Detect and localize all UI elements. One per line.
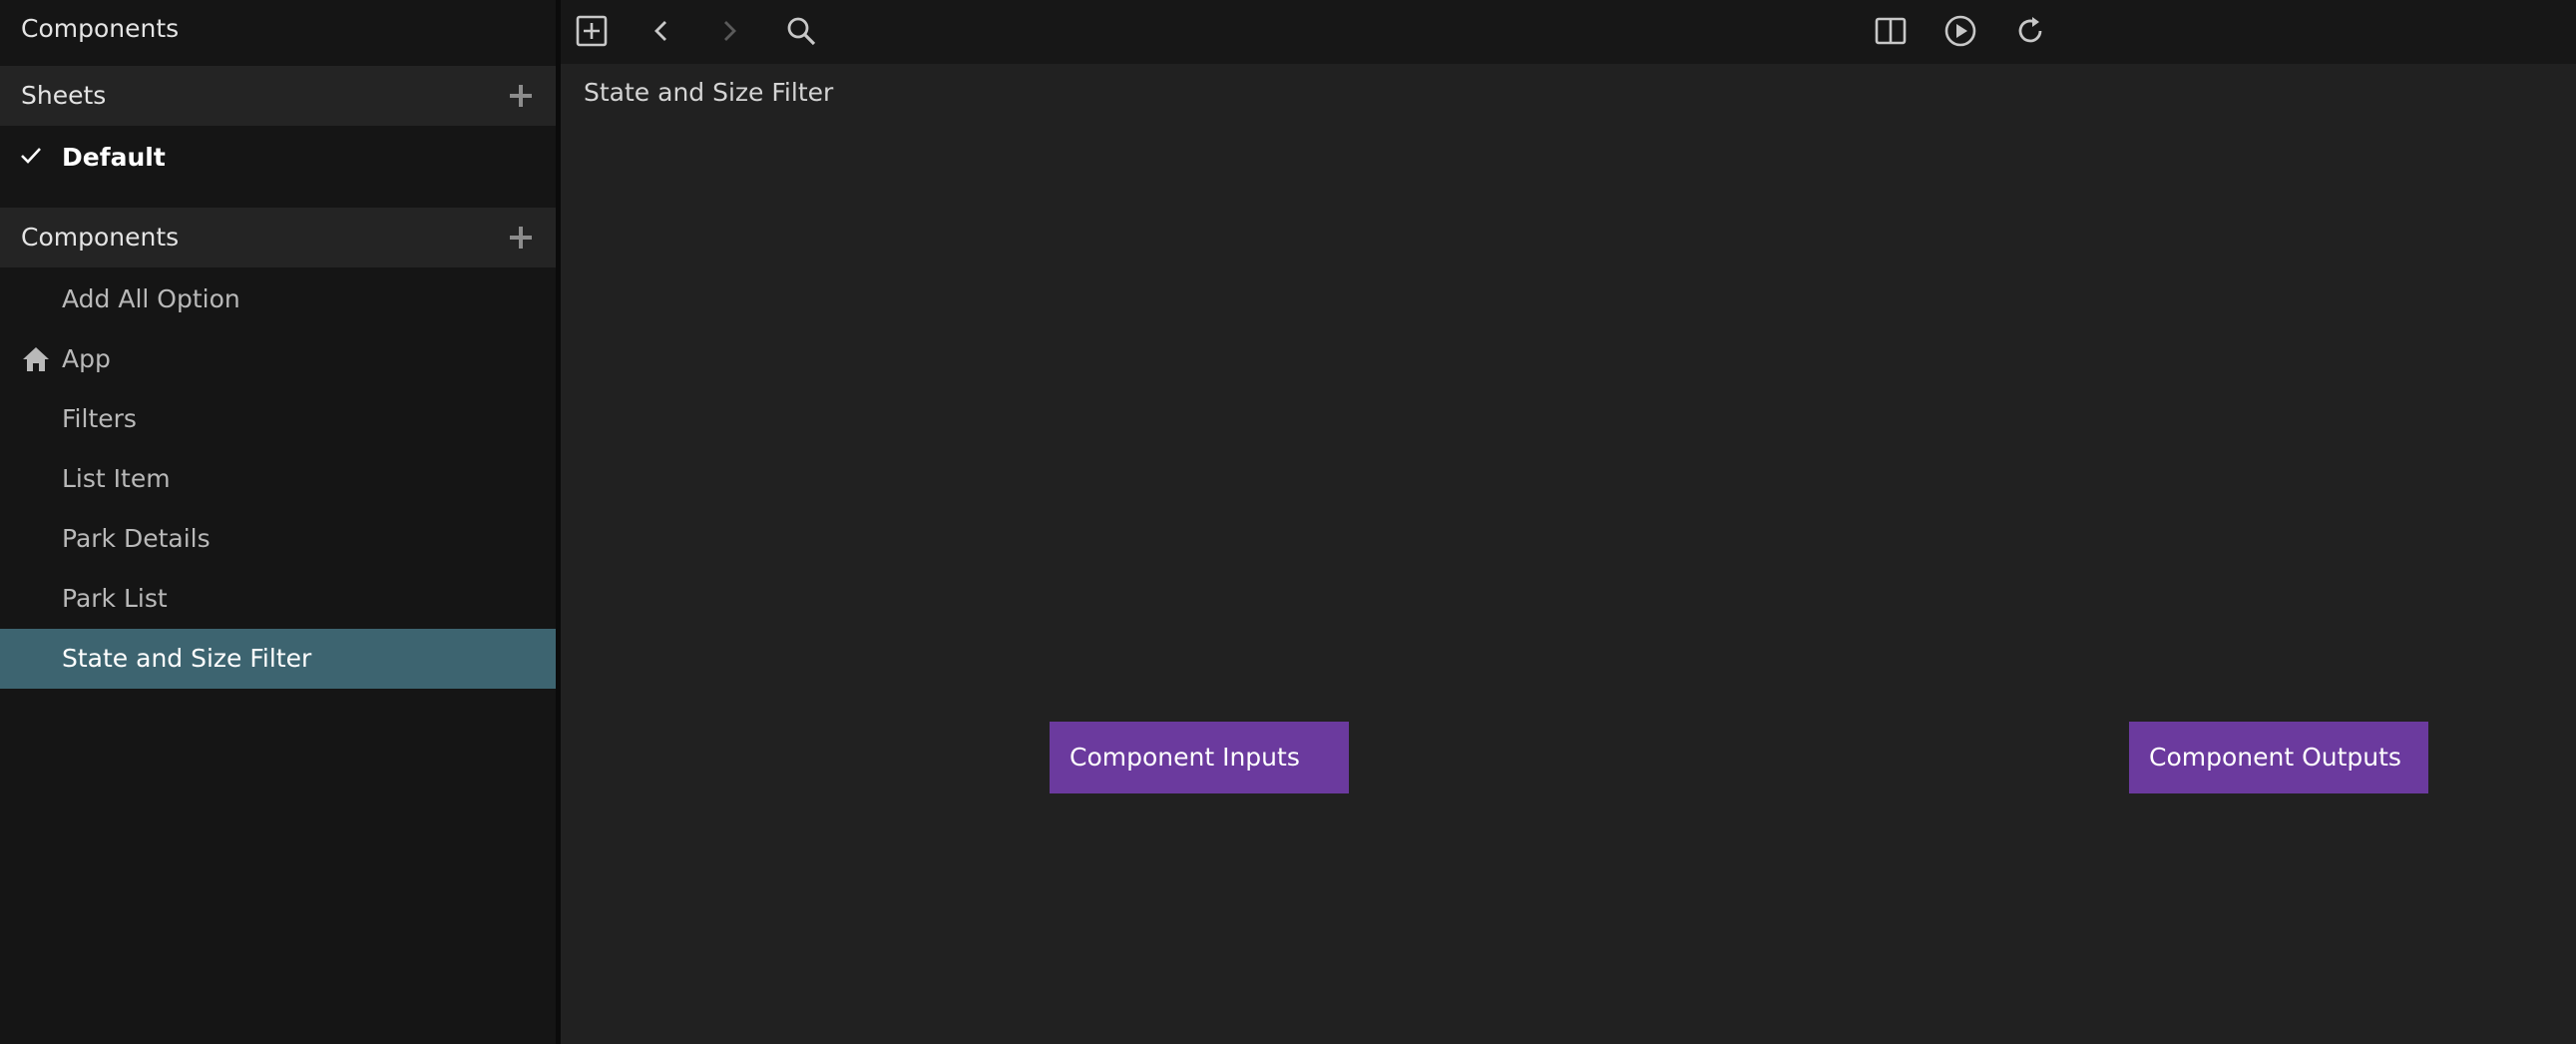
component-item-label: List Item bbox=[62, 464, 171, 493]
canvas-title: State and Size Filter bbox=[584, 78, 834, 107]
component-list: Add All Option App Filters List Item Par… bbox=[0, 269, 556, 689]
add-node-icon[interactable] bbox=[575, 14, 609, 48]
component-item-park-details[interactable]: Park Details bbox=[0, 509, 556, 569]
component-item-state-and-size-filter[interactable]: State and Size Filter bbox=[0, 629, 556, 689]
sheet-item-default[interactable]: Default bbox=[0, 128, 556, 188]
sidebar-title: Components bbox=[21, 14, 180, 43]
node-label: Component Inputs bbox=[1070, 743, 1300, 772]
refresh-icon[interactable] bbox=[2013, 14, 2047, 48]
app-window: Components Sheets Default Components Add… bbox=[0, 0, 2576, 1044]
forward-icon[interactable] bbox=[712, 14, 746, 48]
add-sheet-plus-icon[interactable] bbox=[510, 85, 532, 107]
component-item-filters[interactable]: Filters bbox=[0, 389, 556, 449]
component-item-label: Park Details bbox=[62, 524, 211, 553]
component-item-label: Add All Option bbox=[62, 284, 240, 313]
search-icon[interactable] bbox=[784, 14, 818, 48]
component-item-label: Filters bbox=[62, 404, 137, 433]
component-outputs-node[interactable]: Component Outputs bbox=[2129, 722, 2428, 793]
toolbar bbox=[561, 0, 2576, 64]
component-item-add-all-option[interactable]: Add All Option bbox=[0, 269, 556, 329]
back-icon[interactable] bbox=[644, 14, 678, 48]
component-item-park-list[interactable]: Park List bbox=[0, 569, 556, 629]
component-item-label: Park List bbox=[62, 584, 168, 613]
check-icon bbox=[19, 144, 43, 168]
component-item-label: App bbox=[62, 344, 111, 373]
sheets-header: Sheets bbox=[0, 66, 556, 126]
component-item-label: State and Size Filter bbox=[62, 644, 312, 673]
node-canvas[interactable]: State and Size Filter Component Inputs C… bbox=[561, 64, 2576, 1044]
component-item-app[interactable]: App bbox=[0, 329, 556, 389]
play-icon[interactable] bbox=[1943, 14, 1977, 48]
sheet-item-label: Default bbox=[62, 143, 166, 172]
add-component-plus-icon[interactable] bbox=[510, 227, 532, 249]
component-item-list-item[interactable]: List Item bbox=[0, 449, 556, 509]
split-view-icon[interactable] bbox=[1874, 14, 1908, 48]
component-inputs-node[interactable]: Component Inputs bbox=[1050, 722, 1349, 793]
sidebar: Components Sheets Default Components Add… bbox=[0, 0, 556, 1044]
home-icon bbox=[22, 346, 50, 372]
components-header-label: Components bbox=[21, 223, 180, 252]
sheets-header-label: Sheets bbox=[21, 81, 107, 110]
components-header: Components bbox=[0, 208, 556, 267]
node-label: Component Outputs bbox=[2149, 743, 2401, 772]
